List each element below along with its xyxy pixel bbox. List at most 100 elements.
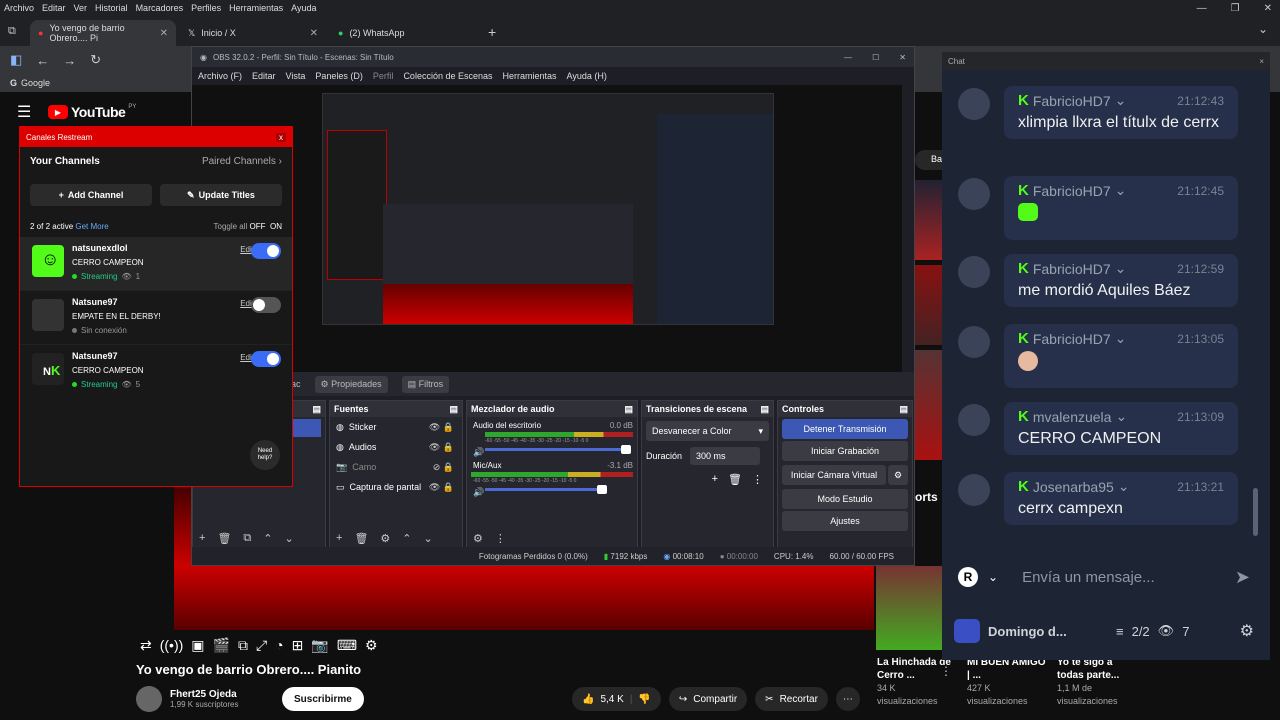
channel-item[interactable]: Natsune97 EMPATE EN EL DERBY! Sin conexi… [20,291,292,345]
source-item[interactable]: ◍ Audios 👁 🔒 [330,437,462,457]
settings-gear-icon[interactable]: ⚙ [365,637,378,654]
more-vertical-icon[interactable]: ⋮ [940,664,952,678]
sidebar-toggle-icon[interactable]: ◧ [10,52,22,68]
picture-in-picture-icon[interactable]: ⧉ [238,637,248,654]
thumb-down-icon[interactable]: 👎 [638,694,650,705]
chip-partial[interactable]: Ba [915,150,943,170]
slider-knob[interactable] [621,445,631,454]
transition-select[interactable]: Desvanecer a Color ▾ [646,421,769,441]
volume-slider[interactable] [485,445,631,454]
close-icon[interactable]: ✕ [899,53,906,62]
add-channel-button[interactable]: + Add Channel [30,184,152,206]
eye-lock-icon[interactable]: 👁 🔒 [429,442,454,453]
source-item[interactable]: ◍ Sticker 👁 🔒 [330,417,462,437]
channel-item[interactable]: NK Natsune97 CERRO CAMPEON Streaming 👁 5 E… [20,345,292,399]
add-icon[interactable]: + [199,532,205,544]
restream-r-icon[interactable]: R [958,567,978,587]
camera-icon[interactable]: 📷 [311,637,328,654]
obs-preview[interactable]: ventana ▼ [192,85,902,398]
obs-menu-paneles[interactable]: Paneles (D) [315,71,363,81]
chat-username[interactable]: FabricioHD7 [1033,93,1111,109]
chat-username[interactable]: FabricioHD7 [1033,261,1111,277]
menu-ayuda[interactable]: Ayuda [291,3,316,13]
obs-menu-editar[interactable]: Editar [252,71,276,81]
menu-historial[interactable]: Historial [95,3,128,13]
youtube-logo[interactable]: ▶ YouTube PY [48,104,136,120]
chevron-down-icon[interactable]: ⌄ [1115,330,1127,347]
add-box-icon[interactable]: ⊞ [292,637,304,654]
chevron-down-icon[interactable]: ⌄ [1115,408,1127,425]
dock-menu-icon[interactable]: ▤ [899,404,908,415]
maximize-icon[interactable]: ☐ [872,53,879,62]
trash-icon[interactable]: 🗑 [728,473,742,486]
virtual-cam-gear-icon[interactable]: ⚙ [888,465,908,485]
obs-menu-ayuda[interactable]: Ayuda (H) [567,71,607,81]
menu-archivo[interactable]: Archivo [4,3,34,13]
settings-button[interactable]: Ajustes [782,511,908,531]
obs-menu-perfil[interactable]: Perfil [373,71,394,81]
tab-youtube[interactable]: ● Yo vengo de barrio Obrero.... Pi ✕ [30,20,176,46]
duration-spinbox[interactable]: 300 ms [690,447,761,465]
forward-icon[interactable]: → [63,53,76,68]
tab-x[interactable]: 𝕏 Inicio / X ✕ [180,20,326,46]
get-more-link[interactable]: Get More [75,222,108,231]
tab-search-chevron-icon[interactable]: ⌄ [1258,22,1268,36]
trash-icon[interactable]: 🗑 [217,532,231,545]
channel-toggle[interactable] [251,243,281,259]
gear-icon[interactable]: ⚙ [380,532,390,545]
stop-streaming-button[interactable]: Detener Transmisión [782,419,908,439]
more-actions-button[interactable]: ⋯ [835,687,860,711]
toggle-all-off[interactable]: OFF [250,222,266,231]
chevron-down-icon[interactable]: ⌄ [1115,182,1127,199]
more-vertical-icon[interactable]: ⋮ [752,473,763,486]
chevron-down-icon[interactable]: ⌄ [1118,478,1130,495]
more-vertical-icon[interactable]: ⋮ [495,532,506,545]
minimize-icon[interactable]: — [844,53,852,62]
eye-lock-icon[interactable]: 👁 🔒 [429,422,454,433]
new-tab-button[interactable]: + [488,24,496,40]
down-icon[interactable]: ⌄ [424,532,433,545]
dock-menu-icon[interactable]: ▤ [449,404,458,415]
filters-button[interactable]: ▤ Filtros [401,375,450,393]
obs-menu-colecciones[interactable]: Colección de Escenas [403,71,492,81]
tab-actions-icon[interactable]: ⧉ [8,25,16,38]
properties-button[interactable]: ⚙ Propiedades [314,375,388,393]
obs-menu-vista[interactable]: Vista [286,71,306,81]
up-icon[interactable]: ⌃ [263,532,272,545]
back-icon[interactable]: ← [36,53,49,68]
restore-icon[interactable]: ❐ [1231,3,1240,14]
reload-icon[interactable]: ↻ [90,52,101,68]
close-icon[interactable]: ✕ [1264,3,1272,14]
chat-username[interactable]: FabricioHD7 [1033,183,1111,199]
clapper-icon[interactable]: 🎬 [213,637,230,654]
mic-slider[interactable] [485,485,607,494]
add-icon[interactable]: + [336,532,342,544]
stream-title[interactable]: Domingo d... [988,624,1108,639]
paired-channels-tab[interactable]: Paired Channels › [202,156,282,167]
speed-icon[interactable]: ◔ [275,637,283,654]
speaker-icon[interactable]: 🔊 [473,447,484,458]
channel-toggle[interactable] [251,297,281,313]
loop-icon[interactable]: ⇄ [140,637,152,654]
chat-message-input[interactable]: Envía un mensaje... [1022,569,1225,586]
dock-menu-icon[interactable]: ▤ [624,404,633,415]
start-recording-button[interactable]: Iniciar Grabación [782,441,908,461]
channel-avatar[interactable] [136,686,162,712]
your-channels-tab[interactable]: Your Channels [30,156,100,167]
down-icon[interactable]: ⌄ [284,532,293,545]
settings-gear-icon[interactable]: ⚙ [1240,621,1254,641]
hamburger-menu-icon[interactable]: ☰ [17,102,31,122]
slider-knob[interactable] [597,485,607,494]
channel-item[interactable]: ☺ natsunexdlol CERRO CAMPEON Streaming 👁 1… [20,237,292,291]
link-gear-icon[interactable]: ⚙ [473,532,483,545]
chevron-down-icon[interactable]: ⌄ [1115,92,1127,109]
chevron-down-icon[interactable]: ⌄ [988,570,998,584]
channel-toggle[interactable] [251,351,281,367]
subscribe-button[interactable]: Suscribirme [282,687,364,711]
source-item[interactable]: 📷 Camo ⊘ 🔒 [330,457,462,477]
clip-button[interactable]: ✂ Recortar [755,687,828,711]
menu-editar[interactable]: Editar [42,3,66,13]
obs-menu-archivo[interactable]: Archivo (F) [198,71,242,81]
tab-whatsapp[interactable]: ● (2) WhatsApp [330,20,476,46]
send-icon[interactable]: ➤ [1235,567,1250,588]
